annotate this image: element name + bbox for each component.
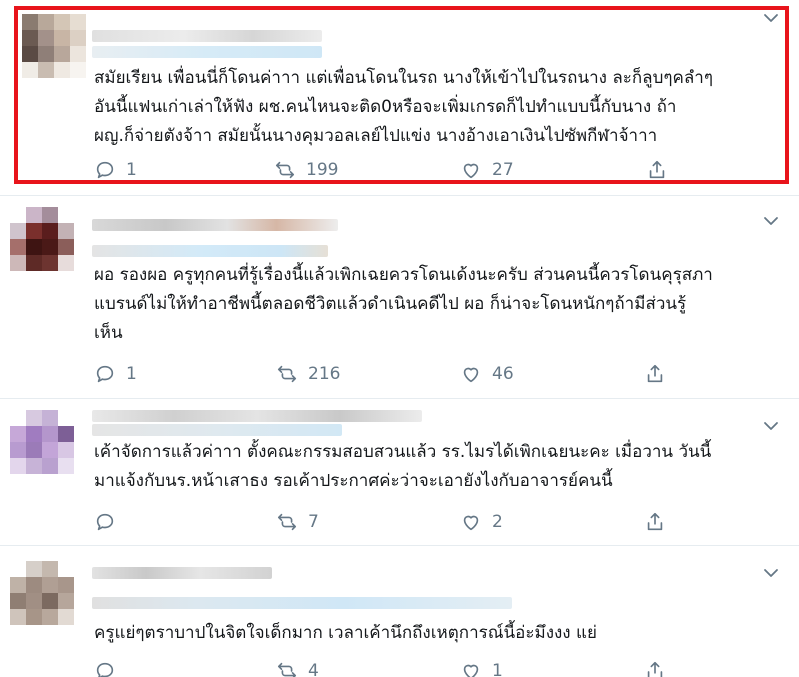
avatar[interactable] — [10, 561, 74, 625]
like-button[interactable]: 46 — [460, 362, 514, 386]
reply-icon — [96, 161, 114, 179]
heart-icon — [463, 163, 479, 179]
tweet-text: ผอ รองผอ ครูทุกคนที่รู้เรื่องนี้แล้วเพิก… — [94, 265, 713, 343]
reply-count: 1 — [126, 364, 137, 384]
retweet-button[interactable]: 4 — [276, 659, 319, 677]
chevron-down-icon[interactable] — [762, 567, 780, 579]
reply-button[interactable] — [94, 510, 126, 534]
like-count: 46 — [492, 364, 514, 384]
retweet-icon — [277, 662, 297, 677]
chevron-down-icon[interactable] — [762, 215, 780, 227]
like-count: 27 — [492, 160, 514, 180]
tweet-1[interactable]: สมัยเรียน เพื่อนนี่ก็โดนค่าาา แต่เพื่อนโ… — [0, 0, 799, 196]
reply-button[interactable]: 1 — [94, 362, 137, 386]
retweet-count: 199 — [306, 160, 339, 180]
share-button[interactable] — [644, 659, 666, 677]
like-button[interactable]: 27 — [460, 158, 514, 182]
reply-button[interactable] — [94, 659, 126, 677]
tweet-actions: 7 2 — [94, 510, 784, 534]
avatar[interactable] — [10, 207, 74, 271]
reply-icon — [96, 662, 114, 677]
tweet-actions: 1 199 27 — [94, 158, 784, 182]
retweet-button[interactable]: 199 — [274, 158, 338, 182]
share-button[interactable] — [646, 158, 668, 182]
reply-icon — [96, 365, 114, 383]
share-icon — [647, 364, 663, 383]
tweet-text: สมัยเรียน เพื่อนนี่ก็โดนค่าาา แต่เพื่อนโ… — [94, 68, 713, 146]
author-name[interactable] — [92, 219, 338, 231]
reply-icon — [96, 513, 114, 531]
share-button[interactable] — [644, 510, 666, 534]
reply-button[interactable]: 1 — [94, 158, 137, 182]
heart-icon — [463, 664, 479, 677]
retweet-button[interactable]: 7 — [276, 510, 319, 534]
tweet-actions: 1 216 46 — [94, 362, 784, 386]
retweet-count: 216 — [308, 364, 341, 384]
tweet-text: ครูแย่ๆตราบาปในจิตใจเด็กมาก เวลาเค้านึกถ… — [94, 623, 597, 643]
chevron-down-icon[interactable] — [762, 12, 780, 24]
avatar[interactable] — [22, 14, 86, 78]
retweet-count: 7 — [308, 512, 319, 532]
tweet-4[interactable]: ครูแย่ๆตราบาปในจิตใจเด็กมาก เวลาเค้านึกถ… — [0, 547, 799, 677]
retweet-icon — [275, 161, 295, 179]
share-icon — [647, 512, 663, 531]
tweet-text: เค้าจัดการแล้วค่าาา ตั้งคณะกรรมสอบสวนแล้… — [94, 442, 712, 491]
like-button[interactable]: 2 — [460, 510, 503, 534]
share-icon — [647, 661, 663, 677]
author-handle[interactable] — [92, 424, 342, 436]
share-icon — [649, 160, 665, 179]
author-name[interactable] — [92, 567, 272, 579]
share-button[interactable] — [644, 362, 666, 386]
tweet-actions: 4 1 — [94, 659, 784, 677]
author-handle[interactable] — [92, 46, 322, 58]
chevron-down-icon[interactable] — [762, 420, 780, 432]
reply-count: 1 — [126, 160, 137, 180]
author-name[interactable] — [92, 410, 422, 422]
like-button[interactable]: 1 — [460, 659, 503, 677]
avatar[interactable] — [10, 410, 74, 474]
tweet-3[interactable]: เค้าจัดการแล้วค่าาา ตั้งคณะกรรมสอบสวนแล้… — [0, 400, 799, 546]
like-count: 1 — [492, 661, 503, 677]
retweet-icon — [277, 513, 297, 531]
author-name[interactable] — [92, 30, 322, 42]
heart-icon — [463, 515, 479, 531]
author-handle[interactable] — [92, 245, 328, 257]
heart-icon — [463, 367, 479, 383]
retweet-count: 4 — [308, 661, 319, 677]
retweet-button[interactable]: 216 — [276, 362, 340, 386]
like-count: 2 — [492, 512, 503, 532]
retweet-icon — [277, 365, 297, 383]
author-handle[interactable] — [92, 597, 512, 609]
tweet-2[interactable]: ผอ รองผอ ครูทุกคนที่รู้เรื่องนี้แล้วเพิก… — [0, 197, 799, 399]
